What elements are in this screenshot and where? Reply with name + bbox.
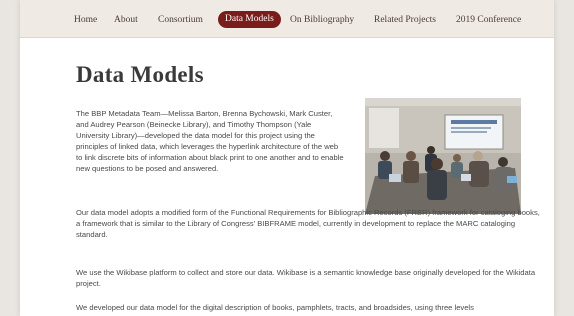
paragraph-intro: The BBP Metadata Team—Melissa Barton, Br… [76, 109, 344, 173]
nav-item-2019-conference[interactable]: 2019 Conference [456, 12, 521, 28]
nav-item-about[interactable]: About [114, 12, 138, 28]
paragraph-wikibase: We use the Wikibase platform to collect … [76, 268, 536, 288]
page-title: Data Models [76, 62, 204, 87]
paragraph-levels: We developed our data model for the digi… [76, 303, 474, 312]
main-nav: Home About Consortium Data Models On Bib… [20, 0, 554, 38]
page-container: Home About Consortium Data Models On Bib… [20, 0, 554, 316]
nav-item-data-models[interactable]: Data Models [218, 11, 281, 28]
team-meeting-photo [365, 98, 521, 214]
nav-item-consortium[interactable]: Consortium [158, 12, 203, 28]
paragraph-frbr: Our data model adopts a modified form of… [76, 208, 540, 239]
nav-item-home[interactable]: Home [74, 12, 97, 28]
nav-item-related-projects[interactable]: Related Projects [374, 12, 436, 28]
nav-item-on-bibliography[interactable]: On Bibliography [290, 12, 354, 28]
